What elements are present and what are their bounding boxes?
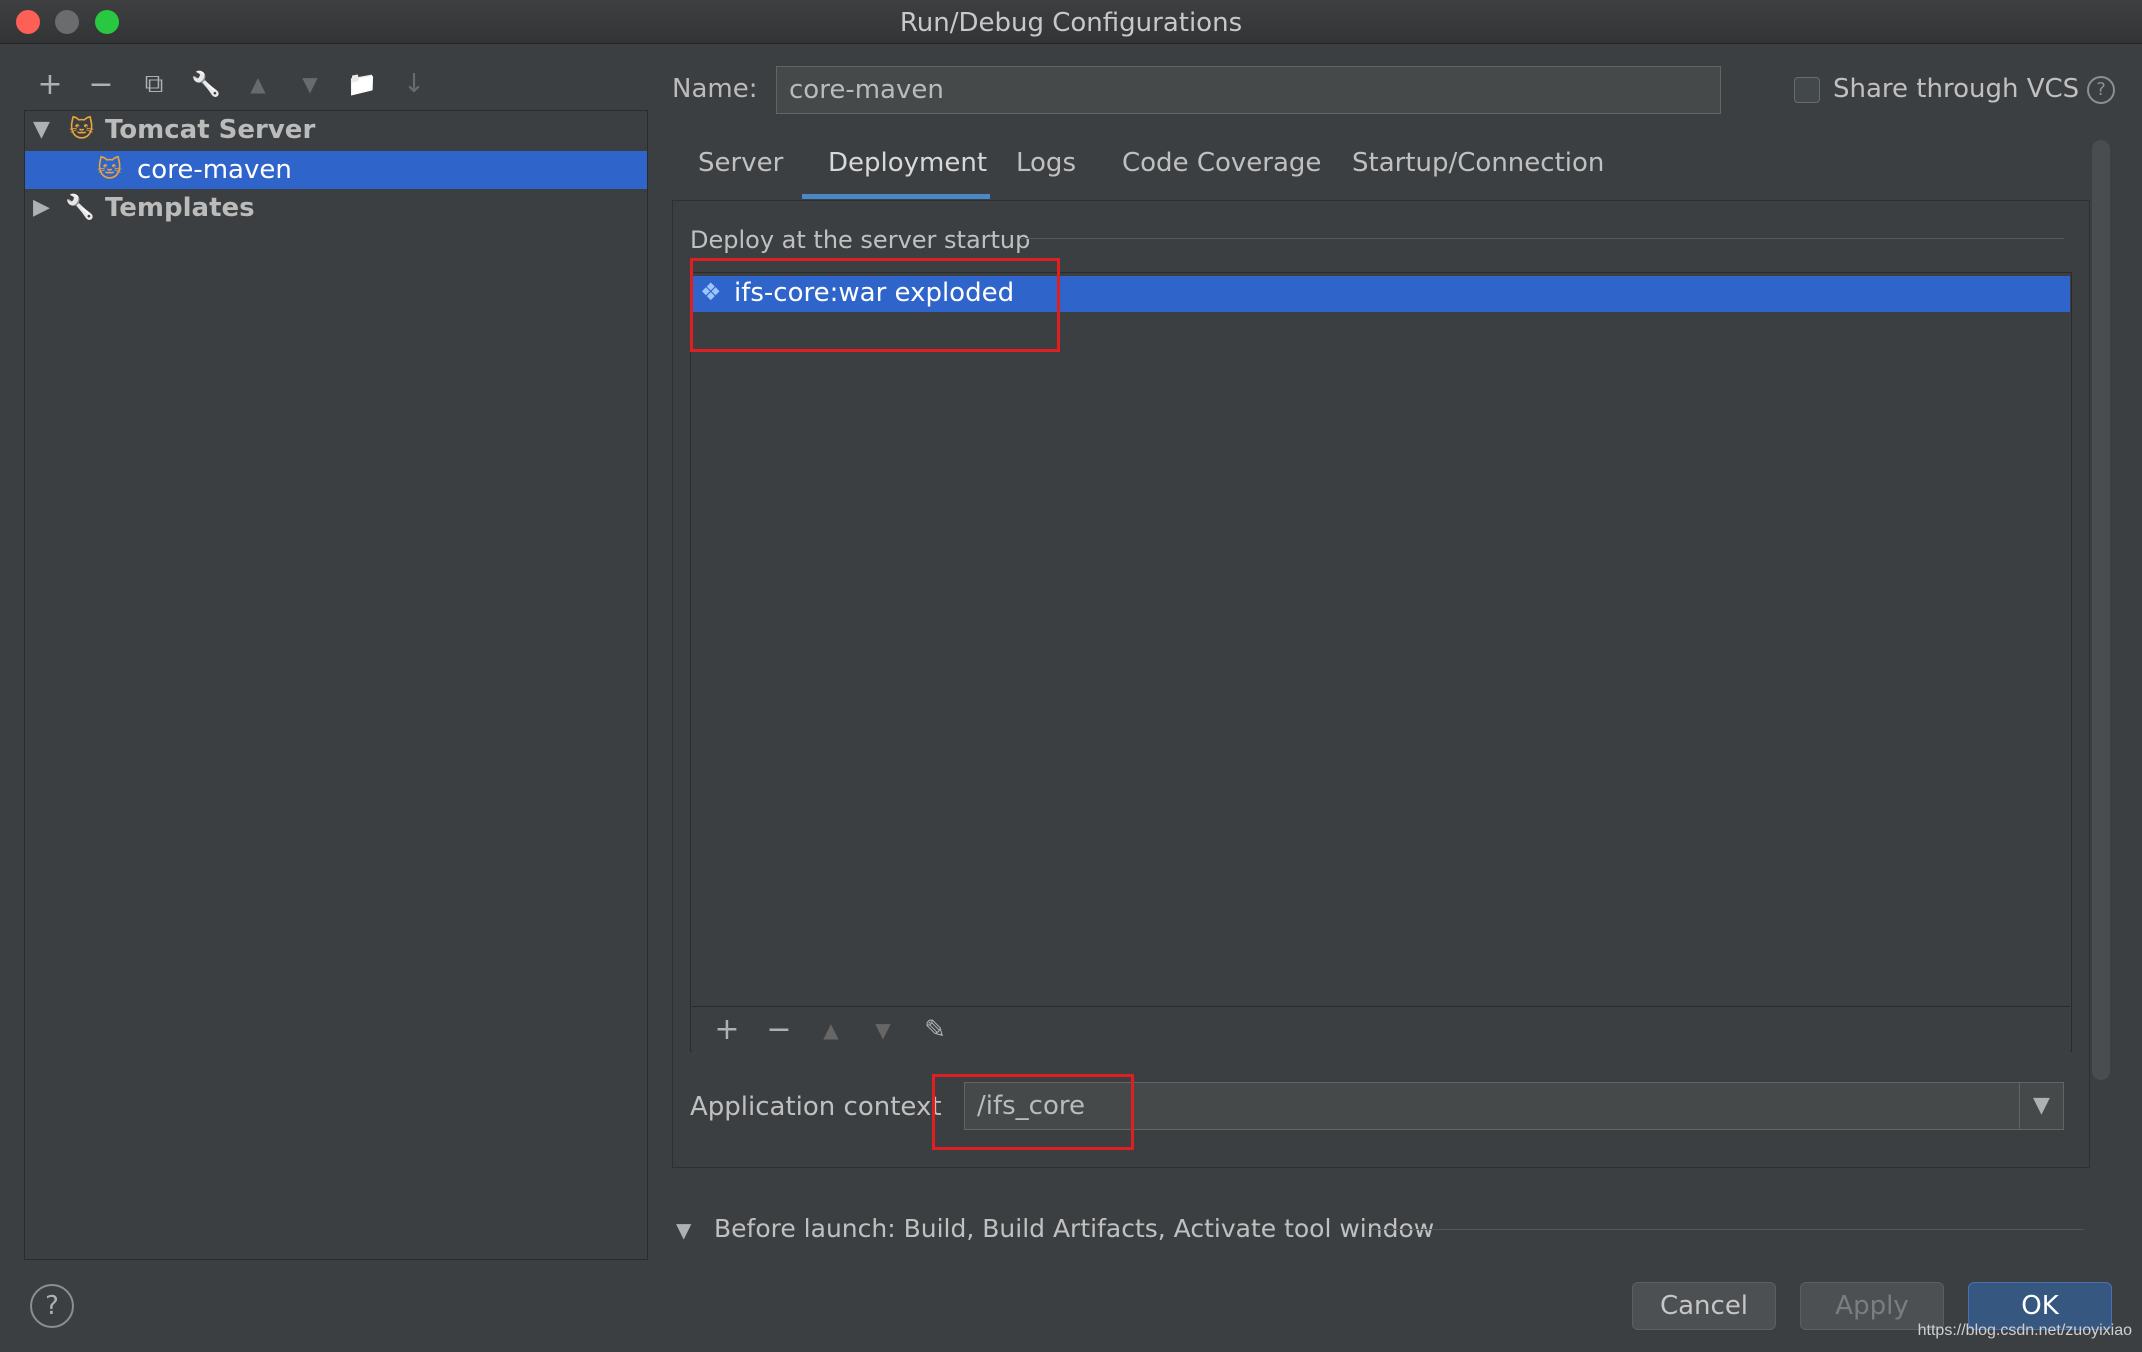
wrench-icon: 🔧 bbox=[65, 193, 95, 221]
folder-icon: 📁 bbox=[347, 70, 377, 98]
cancel-button[interactable]: Cancel bbox=[1632, 1282, 1776, 1330]
remove-artifact-button[interactable]: − bbox=[762, 1013, 796, 1047]
title-bar: Run/Debug Configurations bbox=[0, 0, 2142, 44]
tree-item-label: core-maven bbox=[137, 155, 292, 185]
move-artifact-down-button[interactable]: ▼ bbox=[866, 1013, 900, 1047]
share-vcs-checkbox[interactable] bbox=[1794, 77, 1820, 103]
watermark: https://blog.csdn.net/zuoyixiao bbox=[1917, 1322, 2132, 1339]
tree-item-core-maven[interactable]: 🐱 core-maven bbox=[25, 151, 647, 189]
arrow-up-icon: ▲ bbox=[823, 1018, 839, 1042]
tab-logs[interactable]: Logs bbox=[990, 148, 1102, 198]
arrow-up-icon: ▲ bbox=[250, 72, 266, 96]
before-launch-label[interactable]: Before launch: Build, Build Artifacts, A… bbox=[714, 1214, 1434, 1243]
tree-item-label: Tomcat Server bbox=[105, 115, 316, 145]
highlight-box bbox=[932, 1074, 1134, 1150]
minus-icon: − bbox=[766, 1012, 792, 1047]
help-button[interactable]: ? bbox=[30, 1284, 74, 1328]
configuration-tree: ▼ 🐱 Tomcat Server 🐱 core-maven ▶ 🔧 Templ… bbox=[24, 110, 648, 1260]
sort-icon: ↓ bbox=[403, 69, 425, 99]
share-vcs-label: Share through VCS bbox=[1833, 74, 2080, 104]
edit-artifact-button[interactable]: ✎ bbox=[918, 1013, 952, 1047]
help-icon[interactable]: ? bbox=[2087, 76, 2115, 104]
active-tab-indicator bbox=[802, 194, 990, 199]
add-configuration-button[interactable]: + bbox=[32, 66, 68, 102]
minus-icon: − bbox=[88, 66, 114, 102]
wrench-icon: 🔧 bbox=[191, 70, 221, 98]
chevron-down-icon[interactable]: ▼ bbox=[676, 1218, 691, 1242]
tab-deployment[interactable]: Deployment bbox=[802, 148, 1013, 198]
tab-startup-connection[interactable]: Startup/Connection bbox=[1326, 148, 1630, 198]
plus-icon: + bbox=[37, 66, 63, 102]
application-context-label: Application context bbox=[690, 1092, 942, 1122]
edit-defaults-button[interactable]: 🔧 bbox=[188, 66, 224, 102]
tree-item-tomcat-server[interactable]: ▼ 🐱 Tomcat Server bbox=[25, 111, 647, 149]
artifact-list-toolbar: + − ▲ ▼ ✎ bbox=[692, 1006, 2070, 1052]
pencil-icon: ✎ bbox=[924, 1015, 946, 1045]
section-divider bbox=[1372, 1229, 2084, 1230]
add-artifact-button[interactable]: + bbox=[710, 1013, 744, 1047]
create-folder-button[interactable]: 📁 bbox=[344, 66, 380, 102]
chevron-down-icon[interactable]: ▼ bbox=[33, 117, 53, 142]
copy-configuration-button[interactable]: ⧉ bbox=[136, 66, 172, 102]
chevron-down-icon[interactable]: ▼ bbox=[2019, 1083, 2063, 1129]
tree-item-templates[interactable]: ▶ 🔧 Templates bbox=[25, 189, 647, 227]
chevron-right-icon[interactable]: ▶ bbox=[33, 195, 53, 220]
arrow-down-icon: ▼ bbox=[875, 1018, 891, 1042]
copy-icon: ⧉ bbox=[144, 68, 164, 99]
scrollbar[interactable] bbox=[2092, 140, 2110, 1080]
tree-item-label: Templates bbox=[105, 193, 255, 223]
move-artifact-up-button[interactable]: ▲ bbox=[814, 1013, 848, 1047]
move-down-button[interactable]: ▼ bbox=[292, 66, 328, 102]
name-label: Name: bbox=[672, 74, 758, 104]
section-divider bbox=[1020, 238, 2064, 239]
move-up-button[interactable]: ▲ bbox=[240, 66, 276, 102]
tab-server[interactable]: Server bbox=[672, 148, 809, 198]
deploy-section-header: Deploy at the server startup bbox=[690, 226, 1031, 254]
sort-button[interactable]: ↓ bbox=[396, 66, 432, 102]
window-title: Run/Debug Configurations bbox=[899, 8, 1243, 38]
highlight-box bbox=[690, 258, 1060, 352]
name-input[interactable] bbox=[776, 66, 1721, 114]
artifact-list[interactable] bbox=[690, 272, 2072, 1052]
tomcat-icon: 🐱 bbox=[97, 155, 123, 183]
tab-code-coverage[interactable]: Code Coverage bbox=[1096, 148, 1347, 198]
tomcat-icon: 🐱 bbox=[69, 115, 95, 143]
arrow-down-icon: ▼ bbox=[302, 72, 318, 96]
plus-icon: + bbox=[714, 1012, 740, 1047]
remove-configuration-button[interactable]: − bbox=[83, 66, 119, 102]
